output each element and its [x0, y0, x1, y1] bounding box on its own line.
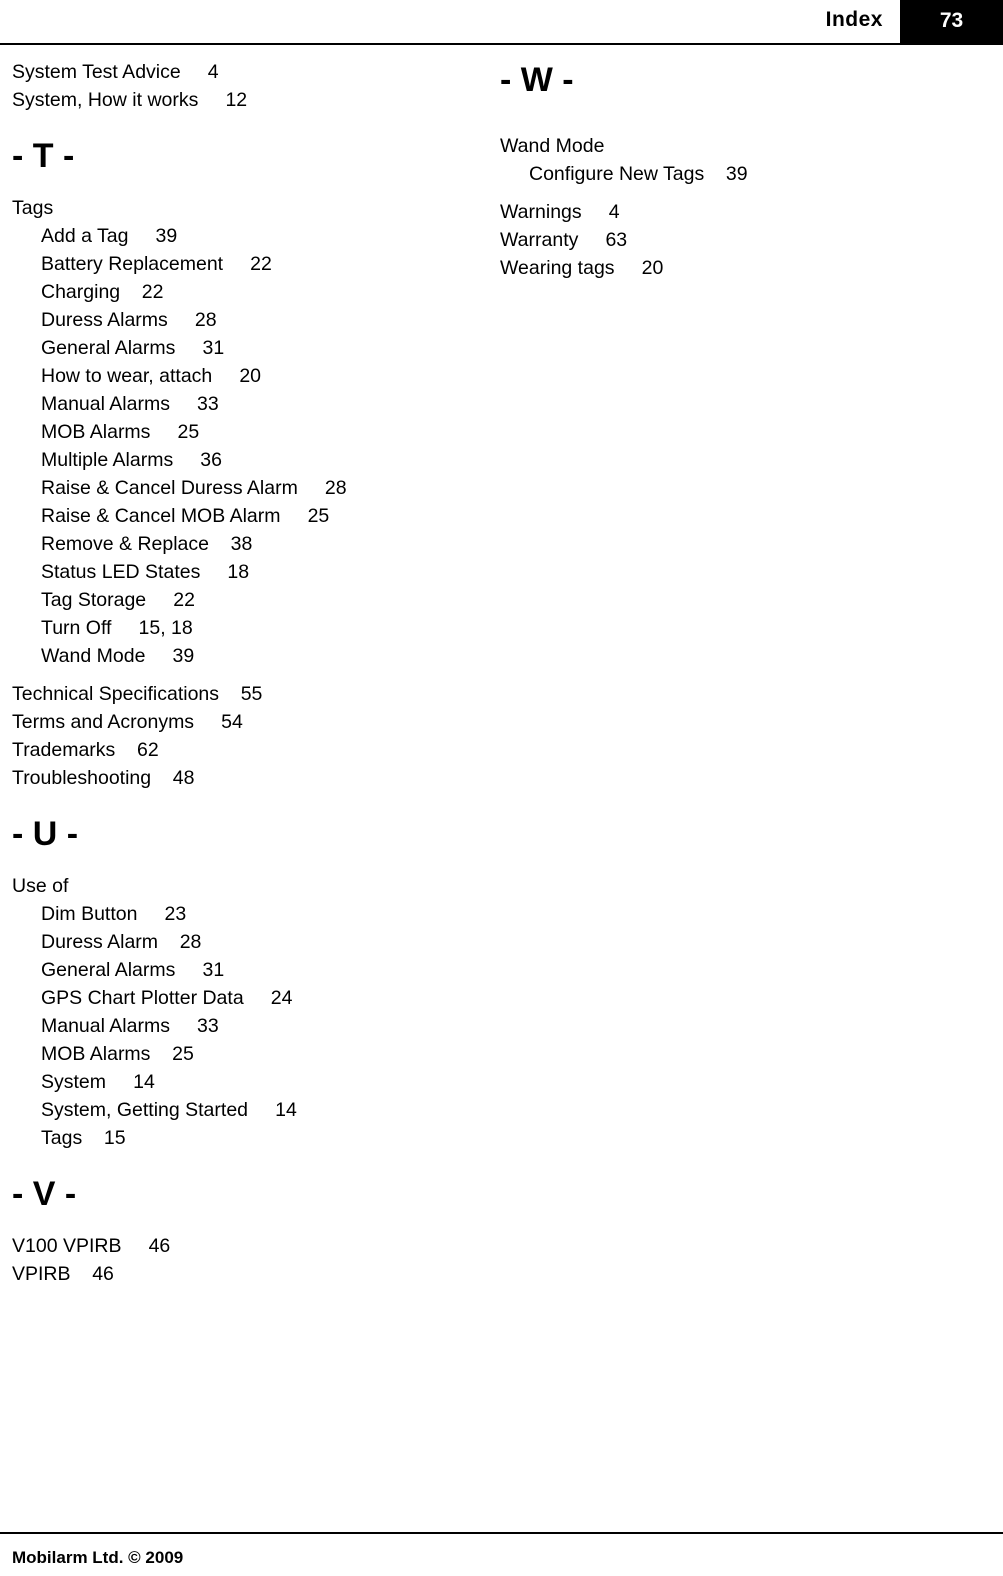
index-entry: Warnings 4: [500, 201, 620, 223]
index-group-s-tail: System Test Advice 4 System, How it work…: [12, 58, 482, 114]
index-letter-heading-u: - U -: [12, 792, 482, 872]
letter-heading-label: - U -: [12, 815, 79, 853]
page-title: Index: [825, 8, 883, 31]
page-number-box: 73: [900, 0, 1003, 44]
header-divider: [0, 43, 1003, 45]
footer-copyright: Mobilarm Ltd. © 2009: [12, 1548, 184, 1567]
index-entry: Duress Alarms 28: [41, 309, 217, 331]
index-page: Index 73 System Test Advice 4 System, Ho…: [0, 0, 1003, 1576]
index-entry: Trademarks 62: [12, 739, 159, 761]
index-entry: Warranty 63: [500, 229, 628, 251]
page-number: 73: [939, 9, 964, 32]
index-entry: Wand Mode 39: [41, 645, 195, 667]
index-entry: Raise & Cancel Duress Alarm 28: [41, 477, 347, 499]
index-entry: Tags 15: [41, 1127, 126, 1149]
index-entry: Manual Alarms 33: [41, 393, 219, 415]
index-group-t: Tags Add a Tag 39 Battery Replacement 22…: [12, 194, 482, 670]
index-entry: Wand Mode: [500, 135, 605, 157]
index-entry: Battery Replacement 22: [41, 253, 272, 275]
index-entry: How to wear, attach 20: [41, 365, 262, 387]
index-entry: MOB Alarms 25: [41, 421, 200, 443]
letter-heading-label: - V -: [12, 1175, 77, 1213]
index-column-left: System Test Advice 4 System, How it work…: [12, 58, 482, 1288]
index-entry: System, How it works 12: [12, 89, 248, 111]
index-entry: Terms and Acronyms 54: [12, 711, 243, 733]
index-entry: Add a Tag 39: [41, 225, 178, 247]
page-header: Index 73: [0, 0, 1003, 44]
index-group-w: Wand Mode Configure New Tags 39: [500, 132, 970, 188]
index-entry: MOB Alarms 25: [41, 1043, 194, 1065]
index-entry: Status LED States 18: [41, 561, 250, 583]
index-entry: Duress Alarm 28: [41, 931, 202, 953]
letter-heading-label: - W -: [500, 61, 574, 99]
index-entry: GPS Chart Plotter Data 24: [41, 987, 293, 1009]
index-entry: Turn Off 15, 18: [41, 617, 193, 639]
index-group-w-topics: Warnings 4 Warranty 63 Wearing tags 20: [500, 198, 970, 282]
letter-heading-label: - T -: [12, 137, 75, 175]
index-entry: System, Getting Started 14: [41, 1099, 297, 1121]
index-entry: General Alarms 31: [41, 337, 225, 359]
index-group-v: V100 VPIRB 46 VPIRB 46: [12, 1232, 482, 1288]
index-letter-heading-t: - T -: [12, 114, 482, 194]
index-column-right: - W - Wand Mode Configure New Tags 39 Wa…: [500, 58, 970, 282]
index-entry: Tag Storage 22: [41, 589, 195, 611]
index-entry: Use of: [12, 875, 69, 897]
index-letter-heading-w: - W -: [500, 58, 970, 132]
index-entry: Configure New Tags 39: [529, 163, 748, 185]
index-entry: VPIRB 46: [12, 1263, 114, 1285]
index-entry: Charging 22: [41, 281, 164, 303]
index-entry: Multiple Alarms 36: [41, 449, 222, 471]
index-group-u: Use of Dim Button 23 Duress Alarm 28 Gen…: [12, 872, 482, 1152]
index-entry: General Alarms 31: [41, 959, 225, 981]
index-letter-heading-v: - V -: [12, 1152, 482, 1232]
index-entry: Remove & Replace 38: [41, 533, 253, 555]
index-entry: Technical Specifications 55: [12, 683, 263, 705]
index-entry: Manual Alarms 33: [41, 1015, 219, 1037]
index-entry: Wearing tags 20: [500, 257, 664, 279]
index-entry: System Test Advice 4: [12, 61, 219, 83]
index-entry: Raise & Cancel MOB Alarm 25: [41, 505, 330, 527]
index-entry: Troubleshooting 48: [12, 767, 195, 789]
index-group-t-topics: Technical Specifications 55 Terms and Ac…: [12, 680, 482, 792]
index-entry: System 14: [41, 1071, 155, 1093]
footer-divider: [0, 1532, 1003, 1534]
index-entry: V100 VPIRB 46: [12, 1235, 171, 1257]
index-entry: Dim Button 23: [41, 903, 187, 925]
index-entry: Tags: [12, 197, 54, 219]
